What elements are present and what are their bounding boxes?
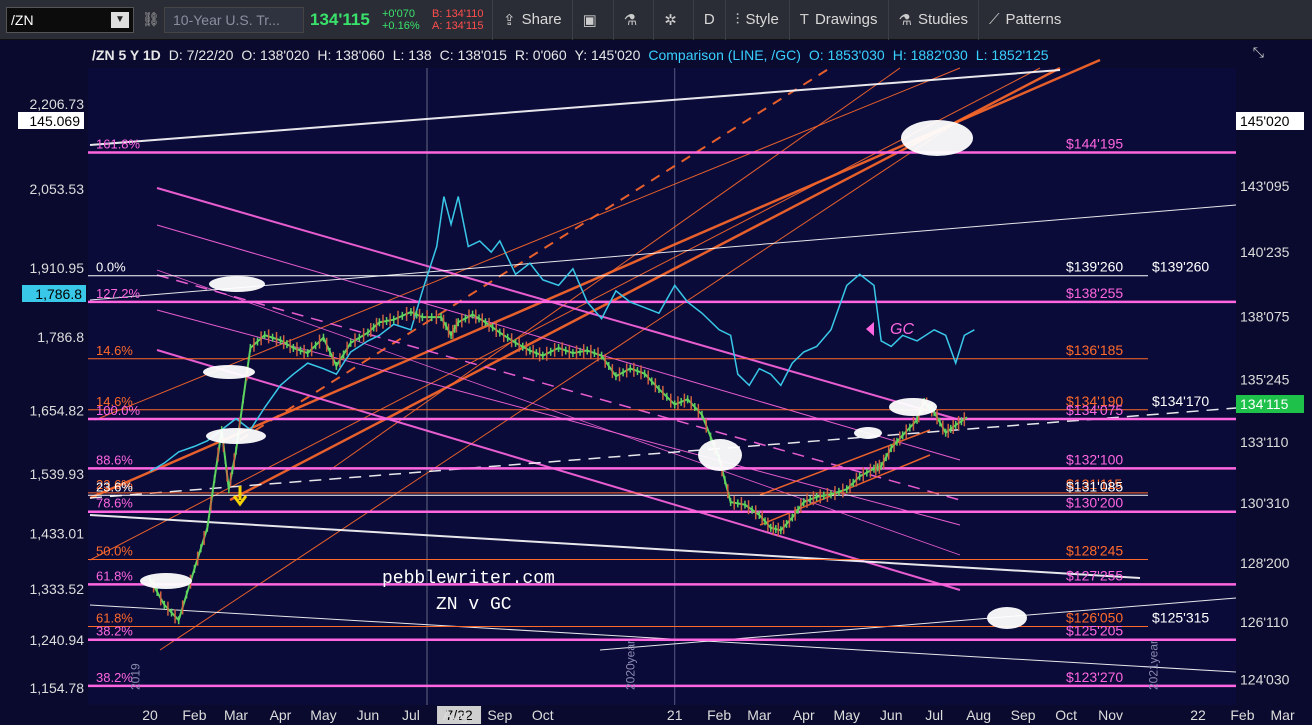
last-price-badge-text: 134'115: [1240, 396, 1289, 412]
right-badge-text: 145'020: [1240, 113, 1290, 129]
gc-label: GC: [890, 321, 914, 338]
x-axis-tick: Feb: [182, 707, 206, 723]
x-axis-tick: Jul: [925, 707, 943, 723]
left-badge-gc-text: 1,786.8: [35, 286, 82, 302]
right-axis-tick: 138'075: [1240, 308, 1290, 324]
highlight-ellipse-6: [854, 427, 882, 439]
highlight-ellipse-5: [889, 398, 937, 416]
x-axis-tick: Mar: [224, 707, 248, 723]
right-axis-tick: 143'095: [1240, 178, 1290, 194]
highlight-ellipse-0: [209, 276, 265, 292]
highlight-ellipse-4: [698, 439, 742, 471]
highlight-ellipse-7: [901, 120, 973, 156]
left-axis-tick: 1,154.78: [30, 680, 85, 696]
left-axis-tick: 1,910.95: [30, 260, 85, 276]
x-axis-tick: Sep: [487, 707, 512, 723]
fib-price-label: $127'255: [1066, 567, 1123, 583]
fib-right-label: $125'315: [1152, 609, 1209, 625]
right-axis-tick: 133'110: [1240, 434, 1289, 450]
fib-price-label: $134'075: [1066, 402, 1123, 418]
fib-percent-label: 23.6%: [96, 479, 133, 494]
x-axis-tick: Jun: [880, 707, 903, 723]
fib-percent-label: 100.0%: [96, 403, 141, 418]
fib-price-label: $130'200: [1066, 495, 1123, 511]
plot-background: [88, 68, 1236, 705]
fib-price-label: $128'245: [1066, 542, 1123, 558]
left-badge-text: 145.069: [29, 113, 80, 129]
fib-price-label: $144'195: [1066, 136, 1123, 152]
left-axis-tick: 1,654.82: [30, 402, 85, 418]
fib-percent-label: 0.0%: [96, 260, 126, 275]
x-axis-tick: 21: [667, 707, 683, 723]
x-axis-tick: Mar: [1271, 707, 1295, 723]
fib-price-label: $139'260: [1066, 259, 1123, 275]
fib-percent-label: 127.2%: [96, 286, 141, 301]
price-chart[interactable]: 161.8% $144'195 0.0% $139'260 $139'260 127.2%…: [0, 0, 1312, 725]
fib-percent-label: 50.0%: [96, 543, 133, 558]
fib-percent-label: 38.2%: [96, 624, 133, 639]
left-axis-tick: 1,433.01: [30, 526, 85, 542]
x-axis-tick: 22: [1190, 707, 1206, 723]
right-axis-tick: 135'245: [1240, 372, 1290, 388]
fib-percent-label: 14.6%: [96, 343, 133, 358]
left-axis-tick: 2,053.53: [30, 181, 85, 197]
year-label: 2020year: [623, 640, 637, 690]
x-axis-tick: Nov: [1098, 707, 1123, 723]
fib-price-label: $138'255: [1066, 285, 1123, 301]
x-axis-tick: 20: [142, 707, 158, 723]
x-axis-tick: Jun: [357, 707, 380, 723]
x-axis-tick: Apr: [270, 707, 292, 723]
x-axis-tick: Oct: [1055, 707, 1077, 723]
right-axis-tick: 124'030: [1240, 672, 1290, 688]
fib-percent-label: 61.8%: [96, 568, 133, 583]
right-axis-tick: 130'310: [1240, 495, 1290, 511]
left-axis-tick: 1,786.8: [37, 329, 84, 345]
fib-right-label: $134'170: [1152, 393, 1209, 409]
left-axis-tick: 2,206.73: [30, 96, 85, 112]
highlight-ellipse-8: [987, 607, 1027, 629]
left-axis-background: [0, 68, 88, 725]
x-axis-tick: Mar: [747, 707, 771, 723]
fib-right-label: $139'260: [1152, 259, 1209, 275]
x-axis-tick: Aug: [443, 707, 468, 723]
x-axis-tick: Apr: [793, 707, 815, 723]
fib-percent-label: 78.6%: [96, 496, 133, 511]
year-label: 2019: [129, 663, 143, 690]
right-axis-tick: 126'110: [1240, 614, 1289, 630]
x-axis-tick: Aug: [966, 707, 991, 723]
left-axis-tick: 1,333.52: [30, 581, 85, 597]
left-axis-tick: 1,240.94: [30, 632, 85, 648]
fib-price-label: $131'085: [1066, 478, 1123, 494]
x-axis-tick: Feb: [707, 707, 731, 723]
highlight-ellipse-2: [206, 428, 266, 444]
chart-annotation: ZN v GC: [436, 595, 512, 615]
right-axis-tick: 140'235: [1240, 244, 1290, 260]
x-axis-tick: Jul: [402, 707, 420, 723]
highlight-ellipse-1: [203, 365, 255, 379]
x-axis-tick: May: [834, 707, 860, 723]
year-label: 2021year: [1147, 640, 1161, 690]
x-axis-tick: Feb: [1230, 707, 1254, 723]
left-axis-tick: 1,539.93: [30, 466, 85, 482]
fib-price-label: $136'185: [1066, 342, 1123, 358]
fib-price-label: $125'205: [1066, 623, 1123, 639]
right-axis-tick: 128'200: [1240, 555, 1290, 571]
fib-percent-label: 161.8%: [96, 137, 141, 152]
x-axis-tick: Sep: [1011, 707, 1036, 723]
watermark-text: pebblewriter.com: [382, 569, 555, 589]
fib-percent-label: 88.6%: [96, 452, 133, 467]
fib-price-label: $123'270: [1066, 669, 1123, 685]
x-axis-tick: May: [310, 707, 336, 723]
fib-price-label: $132'100: [1066, 451, 1123, 467]
x-axis-tick: Oct: [532, 707, 554, 723]
highlight-ellipse-3: [140, 573, 192, 589]
